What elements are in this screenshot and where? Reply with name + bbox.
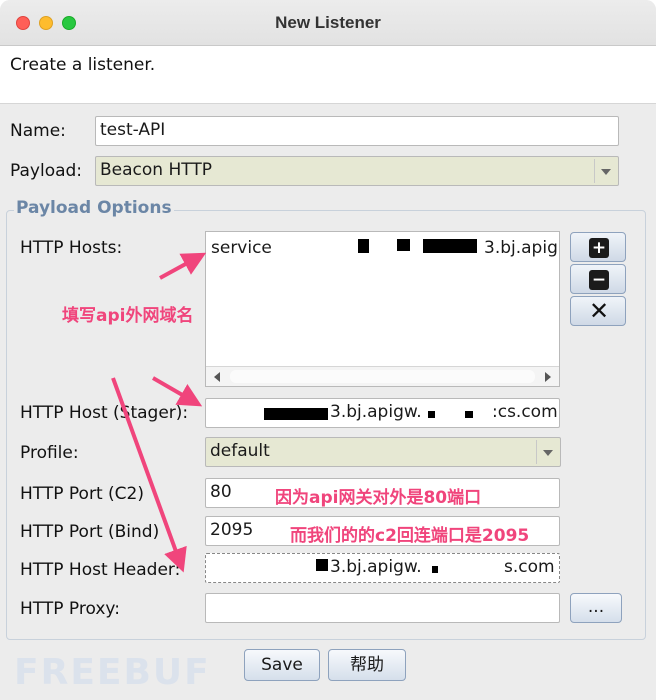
- freebuf-watermark: FREEBUF: [14, 652, 211, 693]
- new-listener-dialog: New Listener Create a listener. Name: te…: [0, 0, 656, 700]
- http-port-c2-label: HTTP Port (C2): [20, 484, 144, 504]
- minus-icon: −: [589, 270, 609, 290]
- payload-options-title: Payload Options: [14, 198, 174, 218]
- redaction-block: [465, 411, 473, 418]
- redaction-block: [428, 411, 435, 418]
- redaction-block: [423, 239, 477, 253]
- host-header-value-end: s.com: [504, 557, 555, 577]
- proxy-browse-button[interactable]: ...: [570, 593, 622, 623]
- http-host-header-input[interactable]: 3.bj.apigw. s.com: [205, 553, 560, 583]
- http-hosts-textarea[interactable]: service 3.bj.apig: [205, 231, 560, 387]
- name-input[interactable]: test-API: [95, 116, 619, 146]
- remove-host-button[interactable]: −: [570, 264, 626, 294]
- scroll-right-icon[interactable]: [545, 372, 551, 382]
- horizontal-scrollbar[interactable]: [206, 366, 559, 386]
- stager-value-mid: 3.bj.apigw.: [330, 402, 422, 422]
- banner-text: Create a listener.: [10, 55, 156, 75]
- close-icon: ✕: [589, 297, 610, 325]
- http-proxy-input[interactable]: [205, 593, 560, 623]
- host-header-value-mid: 3.bj.apigw.: [330, 557, 422, 577]
- redaction-block: [358, 239, 369, 253]
- payload-select-value: Beacon HTTP: [100, 160, 212, 180]
- annotation-domain-note: 填写api外网域名: [62, 305, 212, 327]
- http-hosts-value-end: 3.bj.apig: [484, 238, 558, 258]
- http-hosts-value-start: service: [211, 238, 272, 258]
- chevron-down-icon[interactable]: [594, 159, 616, 183]
- profile-select-value: default: [210, 441, 270, 461]
- name-label: Name:: [10, 121, 66, 141]
- http-host-header-label: HTTP Host Header:: [20, 560, 181, 580]
- http-port-bind-label: HTTP Port (Bind): [20, 522, 160, 542]
- http-proxy-label: HTTP Proxy:: [20, 599, 120, 619]
- http-hosts-label: HTTP Hosts:: [20, 238, 123, 258]
- redaction-block: [432, 566, 438, 573]
- profile-select[interactable]: default: [205, 437, 561, 467]
- save-button[interactable]: Save: [244, 649, 320, 681]
- chevron-down-icon[interactable]: [536, 440, 558, 464]
- title-bar: New Listener: [0, 0, 656, 46]
- redaction-block: [316, 559, 328, 571]
- stager-value-end: :cs.com: [492, 402, 558, 422]
- annotation-c2-note: 而我们的的c2回连端口是2095: [290, 526, 530, 546]
- plus-icon: +: [589, 238, 609, 258]
- window-title: New Listener: [275, 13, 381, 32]
- http-hosts-value: service: [211, 238, 272, 258]
- http-host-stager-label: HTTP Host (Stager):: [20, 403, 189, 423]
- scroll-left-icon[interactable]: [214, 372, 220, 382]
- redaction-block: [264, 408, 328, 420]
- help-button[interactable]: 帮助: [328, 649, 406, 681]
- redaction-block: [397, 239, 410, 251]
- annotation-port-note: 因为api网关对外是80端口: [275, 488, 482, 508]
- add-host-button[interactable]: +: [570, 232, 626, 262]
- payload-select[interactable]: Beacon HTTP: [95, 156, 619, 186]
- clear-hosts-button[interactable]: ✕: [570, 296, 626, 326]
- http-host-stager-input[interactable]: 3.bj.apigw. :cs.com: [205, 398, 560, 428]
- annotation-domain-text: 填写api外网域名: [62, 306, 194, 326]
- scroll-thumb[interactable]: [230, 370, 535, 383]
- description-banner: Create a listener.: [0, 46, 656, 104]
- payload-label: Payload:: [10, 161, 83, 181]
- profile-label: Profile:: [20, 443, 79, 463]
